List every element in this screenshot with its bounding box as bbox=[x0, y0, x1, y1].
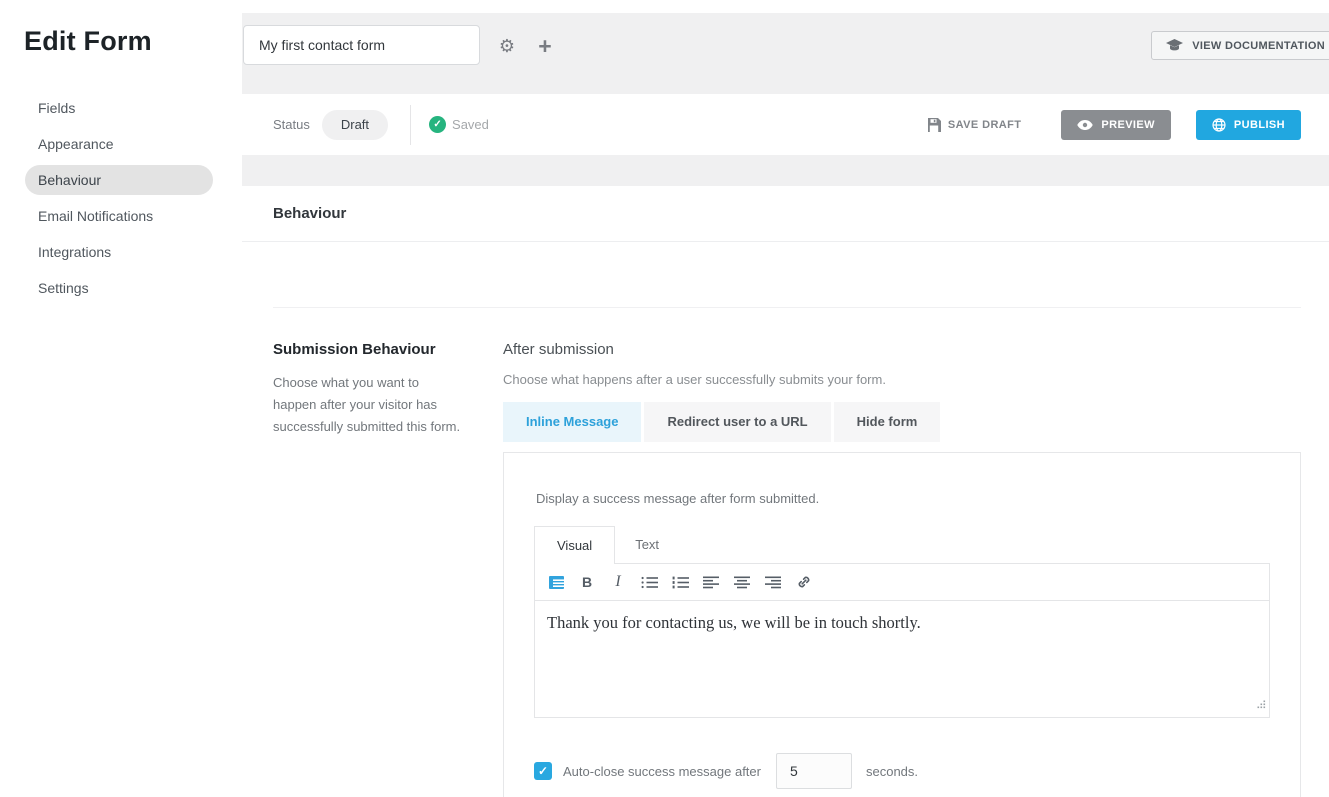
tab-visual[interactable]: Visual bbox=[534, 526, 615, 564]
submission-behaviour-section: Submission Behaviour Choose what you wan… bbox=[273, 341, 1301, 797]
tab-redirect-url[interactable]: Redirect user to a URL bbox=[644, 402, 830, 442]
section-description-column: Submission Behaviour Choose what you wan… bbox=[273, 341, 503, 797]
publish-button[interactable]: PUBLISH bbox=[1196, 110, 1301, 140]
after-submission-column: After submission Choose what happens aft… bbox=[503, 341, 1301, 797]
sidebar-item-appearance[interactable]: Appearance bbox=[25, 129, 213, 159]
tab-inline-message[interactable]: Inline Message bbox=[503, 402, 641, 442]
divider bbox=[410, 105, 411, 145]
editor-content-area[interactable]: Thank you for contacting us, we will be … bbox=[534, 601, 1270, 718]
section-title: Submission Behaviour bbox=[273, 341, 503, 358]
numbered-list-icon[interactable] bbox=[668, 570, 692, 594]
sidebar-item-fields[interactable]: Fields bbox=[25, 93, 213, 123]
top-strip bbox=[242, 0, 1329, 13]
eye-icon bbox=[1077, 120, 1093, 130]
editor-mode-tabs: Visual Text bbox=[534, 526, 1270, 563]
preview-button[interactable]: PREVIEW bbox=[1061, 110, 1171, 140]
align-center-icon[interactable] bbox=[730, 570, 754, 594]
plus-icon: + bbox=[538, 33, 551, 60]
resize-grip[interactable] bbox=[1256, 696, 1266, 714]
align-right-icon[interactable] bbox=[761, 570, 785, 594]
after-submission-tabs: Inline Message Redirect user to a URL Hi… bbox=[503, 402, 1301, 442]
section-description: Choose what you want to happen after you… bbox=[273, 372, 465, 438]
sidebar-item-behaviour[interactable]: Behaviour bbox=[25, 165, 213, 195]
sidebar-item-settings[interactable]: Settings bbox=[25, 273, 213, 303]
view-documentation-label: VIEW DOCUMENTATION bbox=[1192, 40, 1325, 52]
form-settings-button[interactable]: ⚙ bbox=[494, 33, 520, 59]
divider bbox=[273, 307, 1301, 308]
form-title-input[interactable] bbox=[243, 25, 480, 65]
inline-message-panel: Display a success message after form sub… bbox=[503, 452, 1301, 797]
after-submission-description: Choose what happens after a user success… bbox=[503, 372, 1301, 387]
saved-check-icon: ✓ bbox=[429, 116, 446, 133]
autoclose-checkbox[interactable]: ✓ bbox=[534, 762, 552, 780]
panel-title: Behaviour bbox=[242, 186, 1329, 242]
graduation-cap-icon bbox=[1166, 39, 1183, 52]
publish-label: PUBLISH bbox=[1234, 119, 1285, 131]
format-icon[interactable] bbox=[544, 570, 568, 594]
tab-text[interactable]: Text bbox=[615, 526, 679, 563]
autoclose-seconds-input[interactable] bbox=[776, 753, 852, 789]
message-editor: Visual Text B I bbox=[534, 526, 1270, 718]
status-label: Status bbox=[273, 117, 310, 132]
status-bar-actions: SAVE DRAFT PREVIEW PUBLISH bbox=[927, 110, 1301, 140]
add-form-button[interactable]: + bbox=[532, 33, 558, 59]
autoclose-suffix: seconds. bbox=[866, 764, 918, 779]
sidebar: Edit Form Fields Appearance Behaviour Em… bbox=[0, 0, 242, 797]
sidebar-nav: Fields Appearance Behaviour Email Notifi… bbox=[0, 93, 242, 303]
preview-label: PREVIEW bbox=[1101, 119, 1155, 131]
link-icon[interactable] bbox=[792, 570, 816, 594]
main-area: ⚙ + VIEW DOCUMENTATION Status Draft ✓ Sa… bbox=[242, 0, 1329, 797]
saved-label: Saved bbox=[452, 117, 489, 132]
save-draft-label: SAVE DRAFT bbox=[948, 119, 1021, 131]
bold-icon[interactable]: B bbox=[575, 570, 599, 594]
autoclose-label: Auto-close success message after bbox=[563, 764, 761, 779]
status-badge: Draft bbox=[322, 110, 388, 140]
editor-toolbar: B I bbox=[534, 563, 1270, 601]
save-draft-button[interactable]: SAVE DRAFT bbox=[927, 118, 1021, 132]
globe-icon bbox=[1212, 118, 1226, 132]
tab-hide-form[interactable]: Hide form bbox=[834, 402, 941, 442]
bullet-list-icon[interactable] bbox=[637, 570, 661, 594]
italic-icon[interactable]: I bbox=[606, 570, 630, 594]
status-bar: Status Draft ✓ Saved SAVE DRAFT PREVIEW bbox=[242, 94, 1329, 155]
sidebar-item-email-notifications[interactable]: Email Notifications bbox=[25, 201, 213, 231]
align-left-icon[interactable] bbox=[699, 570, 723, 594]
editor-content-text: Thank you for contacting us, we will be … bbox=[547, 613, 1257, 633]
behaviour-panel: Behaviour Submission Behaviour Choose wh… bbox=[242, 186, 1329, 797]
message-caption: Display a success message after form sub… bbox=[536, 491, 1270, 506]
sidebar-item-integrations[interactable]: Integrations bbox=[25, 237, 213, 267]
after-submission-title: After submission bbox=[503, 341, 1301, 358]
page-title: Edit Form bbox=[0, 0, 242, 57]
save-icon bbox=[927, 118, 941, 132]
view-documentation-button[interactable]: VIEW DOCUMENTATION bbox=[1151, 31, 1329, 60]
gear-icon: ⚙ bbox=[499, 36, 515, 57]
autoclose-row: ✓ Auto-close success message after secon… bbox=[534, 753, 1270, 789]
